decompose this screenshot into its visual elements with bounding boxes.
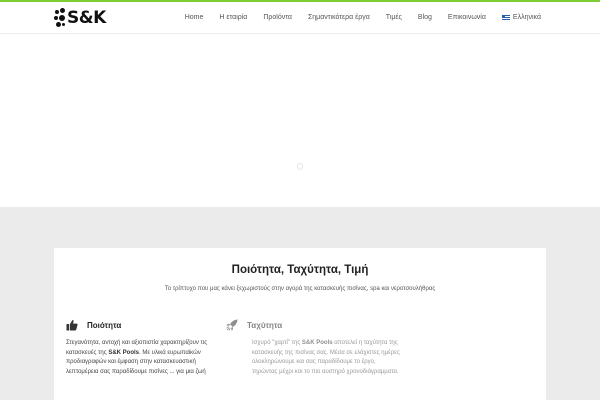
nav-item-contact[interactable]: Επικοινωνία bbox=[448, 14, 486, 21]
nav-item-language[interactable]: Ελληνικά bbox=[501, 14, 541, 21]
features-card: Ποιότητα, Ταχύτητα, Τιμή Το τρίπτυχο που… bbox=[54, 248, 546, 400]
section-subtitle: Το τρίπτυχο που μας κάνει ξεχωριστούς στ… bbox=[164, 286, 436, 292]
language-label: Ελληνικά bbox=[512, 14, 541, 21]
nav-item-home[interactable]: Home bbox=[185, 14, 204, 21]
feature-quality: Ποιότητα Στεγανότητα, αντοχή και αξιοπισ… bbox=[66, 318, 236, 377]
feature-description: Ισχυρό "χαρτί" της S&K Pools αποτελεί η … bbox=[252, 340, 400, 375]
logo-text: S&K bbox=[67, 8, 106, 28]
nav-item-products[interactable]: Προϊόντα bbox=[263, 14, 292, 21]
loading-spinner-icon bbox=[297, 163, 303, 170]
feature-title: Ταχύτητα bbox=[247, 320, 283, 330]
nav-item-company[interactable]: Η εταιρία bbox=[219, 14, 247, 21]
site-logo[interactable]: S&K bbox=[54, 6, 106, 30]
main-navigation: Home Η εταιρία Προϊόντα Σημαντικότερα έρ… bbox=[185, 2, 541, 33]
rocket-icon bbox=[226, 319, 238, 331]
nav-item-blog[interactable]: Blog bbox=[418, 14, 432, 21]
feature-title: Ποιότητα bbox=[87, 320, 122, 330]
feature-speed: Ταχύτητα Ισχυρό "χαρτί" της S&K Pools απ… bbox=[226, 318, 400, 377]
nav-item-projects[interactable]: Σημαντικότερα έργα bbox=[308, 14, 370, 21]
site-header: S&K Home Η εταιρία Προϊόντα Σημαντικότερ… bbox=[0, 2, 600, 34]
feature-description: Στεγανότητα, αντοχή και αξιοπιστία χαρακ… bbox=[66, 340, 208, 375]
logo-dots-icon bbox=[54, 7, 66, 29]
nav-item-prices[interactable]: Τιμές bbox=[386, 14, 402, 21]
section-title: Ποιότητα, Ταχύτητα, Τιμή bbox=[231, 264, 369, 276]
greek-flag-icon bbox=[501, 14, 510, 20]
hero-slider-area bbox=[0, 34, 600, 207]
thumbs-up-icon bbox=[66, 320, 78, 331]
